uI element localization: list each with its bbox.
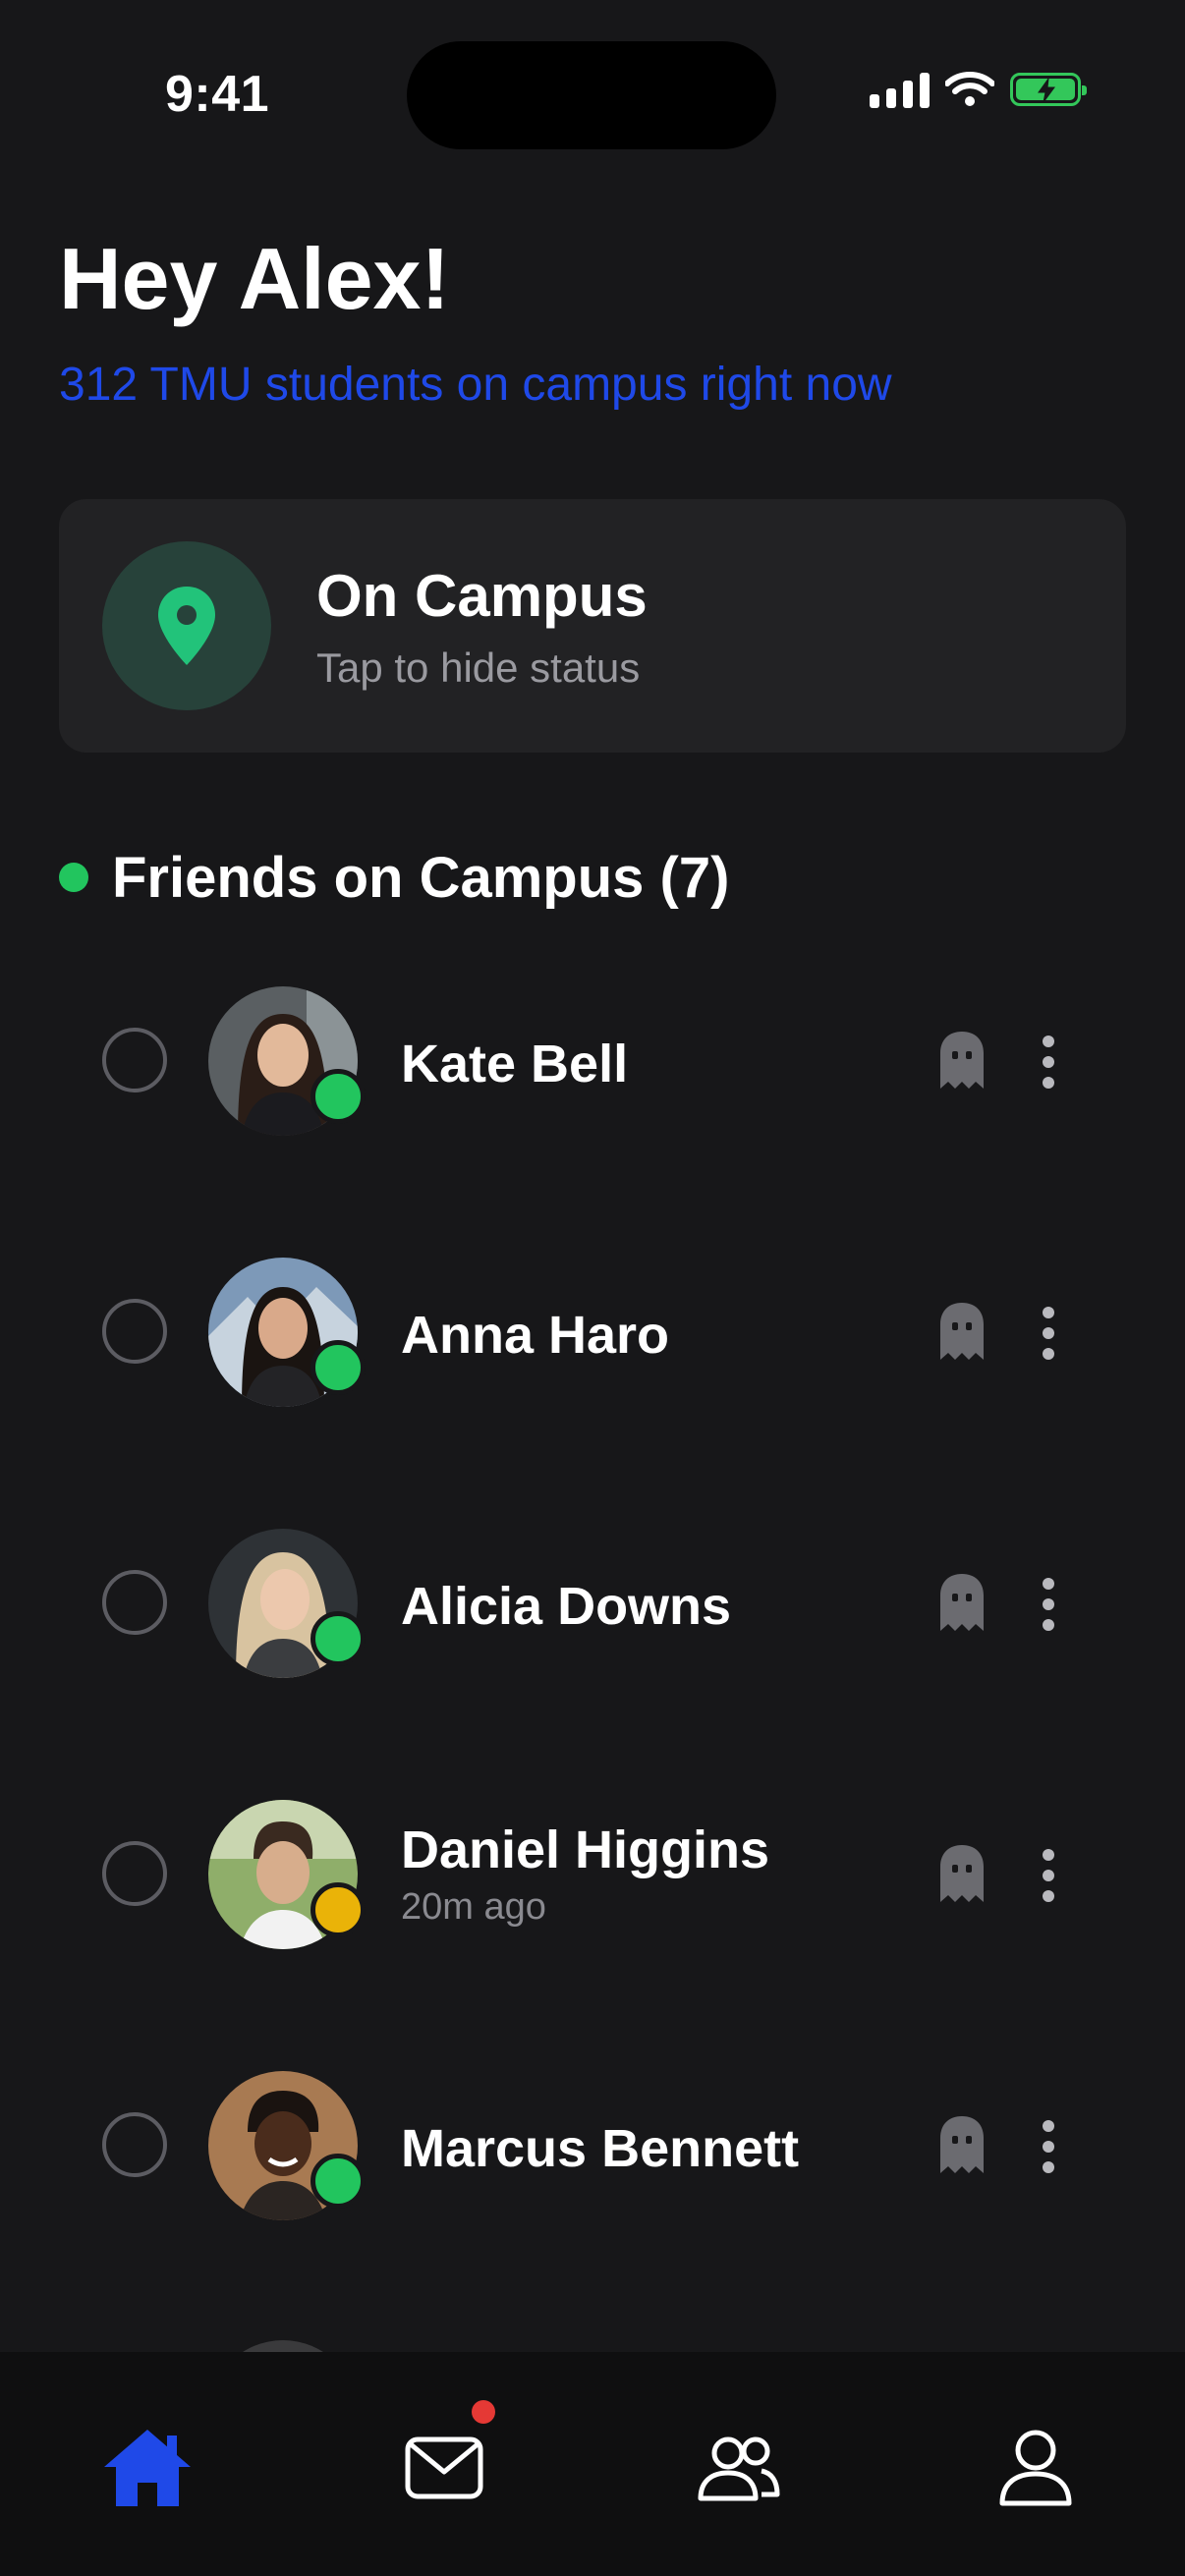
tab-bar — [0, 2352, 1185, 2576]
select-checkbox[interactable] — [102, 1028, 167, 1092]
online-status-dot — [310, 2154, 366, 2209]
campus-status-card[interactable]: On Campus Tap to hide status — [59, 499, 1126, 753]
select-checkbox[interactable] — [102, 2112, 167, 2177]
last-seen-text: 20m ago — [401, 1886, 546, 1928]
signal-icon — [870, 71, 930, 108]
away-status-dot — [310, 1882, 366, 1937]
tab-profile[interactable] — [977, 2409, 1095, 2527]
ghost-mode-icon[interactable] — [937, 1843, 987, 1904]
person-icon — [999, 2430, 1072, 2506]
tab-messages[interactable] — [385, 2409, 503, 2527]
more-options-icon[interactable] — [1042, 1307, 1055, 1360]
friend-row[interactable]: Anna Haro — [0, 1234, 1185, 1430]
tab-friends[interactable] — [680, 2409, 798, 2527]
campus-count-text: 312 TMU students on campus right now — [59, 359, 892, 411]
mail-icon — [405, 2436, 483, 2499]
select-checkbox[interactable] — [102, 1841, 167, 1906]
friend-row[interactable]: Alicia Downs — [0, 1505, 1185, 1702]
more-options-icon[interactable] — [1042, 1849, 1055, 1902]
online-status-dot — [310, 1611, 366, 1666]
friend-name: Kate Bell — [401, 1035, 629, 1093]
online-status-dot — [310, 1069, 366, 1124]
friend-row[interactable]: Kate Bell — [0, 963, 1185, 1159]
wifi-icon — [945, 72, 994, 106]
online-indicator-dot — [59, 863, 88, 892]
ghost-mode-icon[interactable] — [937, 1301, 987, 1362]
friend-row[interactable]: Daniel Higgins 20m ago — [0, 1776, 1185, 1973]
select-checkbox[interactable] — [102, 1570, 167, 1635]
ghost-mode-icon[interactable] — [937, 1030, 987, 1091]
more-options-icon[interactable] — [1042, 1036, 1055, 1089]
tab-home[interactable] — [88, 2409, 206, 2527]
friend-row[interactable]: Marcus Bennett — [0, 2047, 1185, 2244]
more-options-icon[interactable] — [1042, 1578, 1055, 1631]
ghost-mode-icon[interactable] — [937, 2114, 987, 2175]
notification-badge — [472, 2400, 495, 2424]
page-title: Hey Alex! — [59, 230, 450, 327]
status-icons — [870, 71, 1087, 108]
ghost-mode-icon[interactable] — [937, 1572, 987, 1633]
home-icon — [104, 2430, 191, 2506]
people-icon — [698, 2436, 780, 2501]
friend-name: Daniel Higgins — [401, 1820, 770, 1879]
dynamic-island — [407, 41, 776, 149]
status-card-title: On Campus — [316, 563, 648, 629]
friend-name: Alicia Downs — [401, 1577, 732, 1636]
more-options-icon[interactable] — [1042, 2120, 1055, 2173]
status-time: 9:41 — [165, 66, 270, 123]
location-pin-icon — [102, 541, 271, 710]
status-card-subtitle: Tap to hide status — [316, 644, 641, 691]
battery-icon — [1010, 73, 1087, 106]
friend-name: Marcus Bennett — [401, 2119, 800, 2178]
online-status-dot — [310, 1340, 366, 1395]
section-title: Friends on Campus (7) — [112, 846, 730, 910]
friend-name: Anna Haro — [401, 1306, 670, 1365]
select-checkbox[interactable] — [102, 1299, 167, 1364]
